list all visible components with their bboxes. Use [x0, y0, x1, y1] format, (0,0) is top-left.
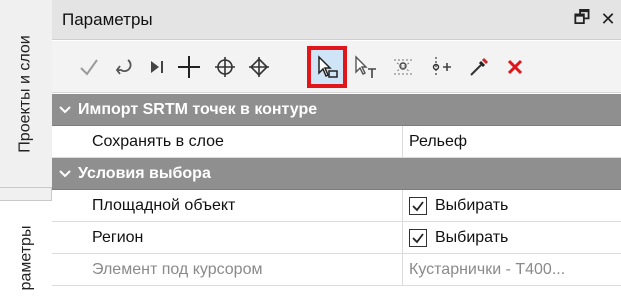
property-value-checkbox[interactable]: Выбирать [403, 190, 621, 221]
section-header-srtm-import[interactable]: Импорт SRTM точек в контуре [52, 94, 621, 126]
section-header-selection-conditions[interactable]: Условия выбора [52, 158, 621, 190]
checkbox-label: Выбирать [435, 196, 509, 214]
property-label: Площадной объект [52, 190, 403, 221]
property-row[interactable]: Площадной объект Выбирать [52, 190, 621, 222]
diamond-cross-icon[interactable] [242, 49, 276, 85]
section-title: Импорт SRTM точек в контуре [78, 100, 318, 118]
property-row[interactable]: Элемент под курсором Кустарнички - Т400.… [52, 254, 621, 286]
delete-icon[interactable] [498, 49, 532, 85]
cursor-select-icon[interactable] [307, 46, 347, 88]
property-row[interactable]: Сохранять в слое Рельеф [52, 126, 621, 158]
crosshair-plus-icon[interactable] [172, 49, 206, 85]
tab-parameters-label: раметры [17, 225, 35, 290]
checkbox[interactable] [409, 228, 427, 247]
float-window-icon[interactable]: 🗗 [569, 7, 595, 33]
check-icon[interactable] [72, 49, 106, 85]
property-value-checkbox[interactable]: Выбирать [403, 222, 621, 253]
vertex-add-icon[interactable] [424, 49, 458, 85]
property-label: Сохранять в слое [52, 126, 403, 157]
property-label: Регион [52, 222, 403, 253]
side-tab-strip: Проекты и слои раметры [0, 0, 52, 296]
property-value[interactable]: Кустарнички - Т400... [403, 254, 621, 285]
tab-projects-label: Проекты и слои [17, 34, 35, 153]
checkbox-label: Выбирать [435, 228, 509, 246]
property-label: Элемент под курсором [52, 254, 403, 285]
parameters-panel: Параметры 🗗 ✕ Импорт SRTM точек в контур… [52, 0, 621, 296]
undo-icon[interactable] [106, 49, 140, 85]
chevron-down-icon[interactable] [52, 168, 78, 180]
eyedropper-icon[interactable] [462, 49, 496, 85]
tab-projects-and-layers[interactable]: Проекты и слои [0, 0, 52, 188]
snap-point-icon[interactable] [386, 49, 420, 85]
panel-titlebar: Параметры 🗗 ✕ [52, 0, 621, 40]
tab-parameters[interactable]: раметры [0, 200, 52, 296]
checkbox[interactable] [409, 196, 427, 215]
close-icon[interactable]: ✕ [595, 7, 621, 33]
circle-cross-icon[interactable] [208, 49, 242, 85]
property-row[interactable]: Регион Выбирать [52, 222, 621, 254]
step-end-icon[interactable] [140, 49, 174, 85]
section-title: Условия выбора [78, 164, 211, 182]
chevron-down-icon[interactable] [52, 104, 78, 116]
property-value[interactable]: Рельеф [403, 126, 621, 157]
property-grid: Импорт SRTM точек в контуре Сохранять в … [52, 94, 621, 286]
cursor-text-icon[interactable] [348, 49, 382, 85]
tool-bar [52, 41, 621, 93]
panel-title: Параметры [62, 9, 153, 29]
